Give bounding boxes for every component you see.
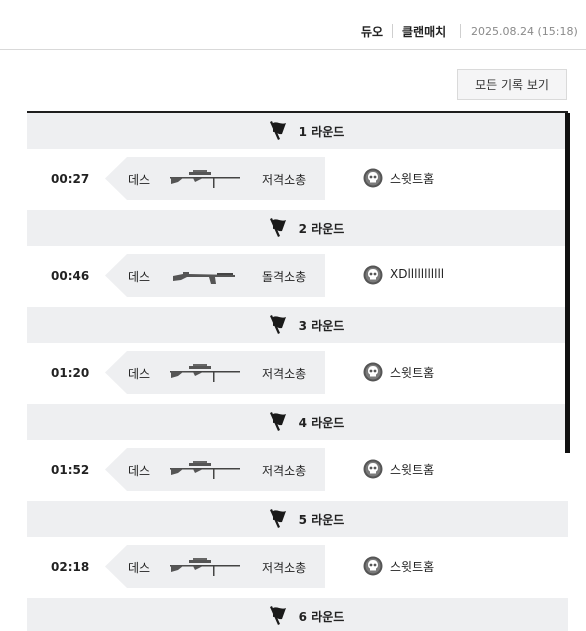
kill-time: 02:18 <box>51 560 90 574</box>
kill-detail: 데스 저격소총 <box>105 545 325 588</box>
round-header: 6 라운드 <box>27 598 568 631</box>
kill-type: 데스 <box>128 270 151 284</box>
weapon-type: 돌격소총 <box>262 270 307 284</box>
kill-type: 데스 <box>128 173 151 187</box>
round-label: 5 라운드 <box>298 512 345 527</box>
skull-icon <box>363 459 383 479</box>
round-header: 4 라운드 <box>27 404 568 440</box>
round-kill-log[interactable]: 1 라운드 00:27 데스 저격소총 스윗트홈 2 라운드 00:46 데스 … <box>27 111 568 631</box>
flag-icon <box>269 121 286 140</box>
round-header: 5 라운드 <box>27 501 568 537</box>
kill-row: 02:18 데스 저격소총 스윗트홈 <box>27 537 568 598</box>
scrollbar-thumb[interactable] <box>565 113 570 453</box>
victim-name: XDlllllllllll <box>390 267 445 281</box>
sniper-rifle-icon <box>170 461 240 479</box>
victim-name: 스윗트홈 <box>390 560 435 574</box>
match-header: 듀오 클랜매치 2025.08.24 (15:18) <box>0 0 586 50</box>
kill-type: 데스 <box>128 561 151 575</box>
round-label: 2 라운드 <box>298 221 345 236</box>
skull-icon <box>363 362 383 382</box>
kill-row: 01:20 데스 저격소총 스윗트홈 <box>27 343 568 404</box>
flag-icon <box>269 218 286 237</box>
match-date: 2025.08.24 (15:18) <box>471 25 578 38</box>
round-label: 4 라운드 <box>298 415 345 430</box>
weapon-type: 저격소총 <box>262 464 307 478</box>
header-divider <box>392 24 393 38</box>
kill-row: 01:52 데스 저격소총 스윗트홈 <box>27 440 568 501</box>
flag-icon <box>269 412 286 431</box>
kill-detail: 데스 저격소총 <box>105 351 325 394</box>
kill-detail: 데스 돌격소총 <box>105 254 325 297</box>
skull-icon <box>363 168 383 188</box>
kill-row: 00:27 데스 저격소총 스윗트홈 <box>27 149 568 210</box>
mode-clanmatch-label: 클랜매치 <box>402 25 447 39</box>
flag-icon <box>269 509 286 528</box>
weapon-type: 저격소총 <box>262 561 307 575</box>
skull-icon <box>363 556 383 576</box>
round-header: 2 라운드 <box>27 210 568 246</box>
kill-type: 데스 <box>128 367 151 381</box>
kill-time: 00:46 <box>51 269 90 283</box>
header-divider <box>460 24 461 38</box>
sniper-rifle-icon <box>170 170 240 188</box>
round-label: 1 라운드 <box>298 124 345 139</box>
kill-row: 00:46 데스 돌격소총 XDlllllllllll <box>27 246 568 307</box>
flag-icon <box>269 606 286 625</box>
kill-type: 데스 <box>128 464 151 478</box>
weapon-type: 저격소총 <box>262 173 307 187</box>
mode-duo-label: 듀오 <box>361 25 384 39</box>
flag-icon <box>269 315 286 334</box>
kill-detail: 데스 저격소총 <box>105 448 325 491</box>
kill-detail: 데스 저격소총 <box>105 157 325 200</box>
kill-time: 00:27 <box>51 172 90 186</box>
skull-icon <box>363 265 383 285</box>
sniper-rifle-icon <box>170 558 240 576</box>
sniper-rifle-icon <box>170 364 240 382</box>
round-header: 1 라운드 <box>27 113 568 149</box>
assault-rifle-icon <box>173 272 235 284</box>
victim-name: 스윗트홈 <box>390 366 435 380</box>
kill-time: 01:20 <box>51 366 90 380</box>
kill-time: 01:52 <box>51 463 90 477</box>
round-header: 3 라운드 <box>27 307 568 343</box>
victim-name: 스윗트홈 <box>390 463 435 477</box>
weapon-type: 저격소총 <box>262 367 307 381</box>
view-all-records-button[interactable]: 모든 기록 보기 <box>457 69 567 100</box>
victim-name: 스윗트홈 <box>390 172 435 186</box>
round-label: 3 라운드 <box>298 318 345 333</box>
round-label: 6 라운드 <box>298 609 345 624</box>
